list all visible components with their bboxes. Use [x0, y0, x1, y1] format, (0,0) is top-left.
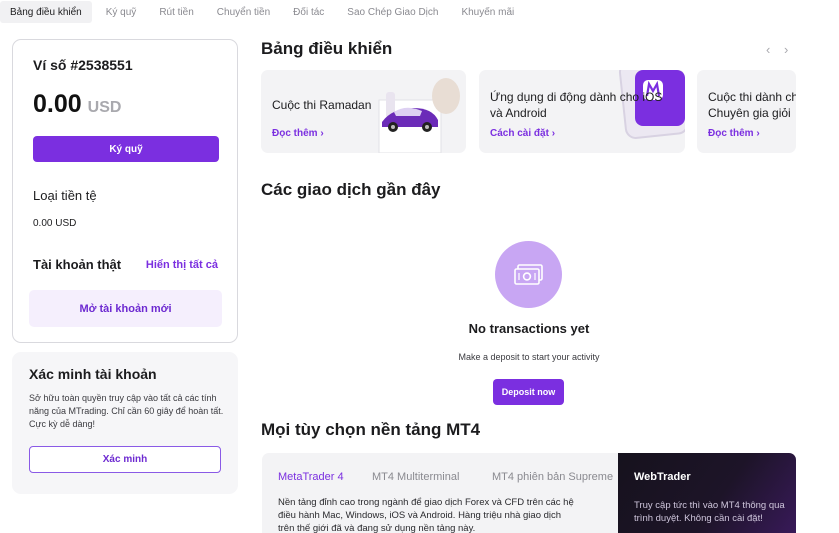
tab-metatrader4[interactable]: MetaTrader 4 — [278, 471, 344, 483]
car-illustration-icon — [378, 78, 460, 153]
show-all-link[interactable]: Hiển thị tất cả — [146, 259, 218, 271]
deposit-now-button[interactable]: Deposit now — [493, 379, 564, 405]
banknote-icon — [513, 263, 543, 285]
promo-title: Cuộc thi Ramadan — [272, 98, 372, 112]
tab-partners[interactable]: Đối tác — [293, 1, 324, 23]
webtrader-card[interactable]: WebTrader Truy cập tức thì vào MT4 thông… — [618, 453, 796, 533]
balance-currency: USD — [87, 99, 122, 116]
wallet-title: Ví số #2538551 — [33, 57, 133, 73]
empty-state-title: No transactions yet — [468, 321, 590, 336]
open-new-account-button[interactable]: Mở tài khoản mới — [29, 290, 222, 327]
tab-promotions[interactable]: Khuyến mãi — [461, 1, 514, 23]
tab-mt4-supreme[interactable]: MT4 phiên bản Supreme — [492, 471, 613, 483]
empty-transactions-illustration — [495, 241, 562, 308]
tab-mt4-multiterminal[interactable]: MT4 Multiterminal — [372, 471, 459, 483]
tab-copy-trading[interactable]: Sao Chép Giao Dịch — [347, 1, 438, 23]
mt4-options-heading: Mọi tùy chọn nền tảng MT4 — [261, 420, 481, 439]
promo-card-mobile-app[interactable]: Ứng dụng di động dành cho iOS và Android… — [479, 70, 685, 153]
promo-link[interactable]: Đọc thêm › — [272, 128, 324, 139]
tab-withdraw[interactable]: Rút tiền — [159, 1, 193, 23]
promo-card-expert[interactable]: Cuộc thi dành cho Chuyên gia giỏi Đọc th… — [697, 70, 796, 153]
wallet-balance: 0.00 USD — [33, 90, 121, 119]
balance-amount: 0.00 — [33, 90, 82, 118]
promo-link-label: Đọc thêm — [272, 128, 318, 139]
verification-card: Xác minh tài khoản Sở hữu toàn quyền tru… — [12, 352, 238, 494]
currency-type-label: Loại tiền tệ — [33, 188, 97, 203]
wallet-card: Ví số #2538551 0.00 USD Ký quỹ Loại tiền… — [12, 39, 238, 343]
promo-title: Ứng dụng di động dành cho iOS và Android — [490, 90, 663, 120]
recent-transactions-heading: Các giao dịch gần đây — [261, 180, 441, 199]
promo-link[interactable]: Cách cài đặt › — [490, 128, 555, 139]
carousel-prev-icon[interactable]: ‹ — [766, 42, 770, 57]
webtrader-text: Truy cập tức thì vào MT4 thông qua trình… — [634, 500, 785, 524]
verification-title: Xác minh tài khoản — [29, 366, 157, 382]
promo-link-label: Đọc thêm — [708, 128, 754, 139]
tab-deposit[interactable]: Ký quỹ — [106, 1, 137, 23]
mt4-platform-panel: MetaTrader 4 MT4 Multiterminal MT4 phiên… — [262, 453, 796, 533]
promo-card-ramadan[interactable]: Cuộc thi Ramadan Đọc thêm › — [261, 70, 466, 153]
tab-dashboard[interactable]: Bảng điều khiển — [0, 1, 92, 23]
dashboard-heading: Bảng điều khiển — [261, 39, 393, 58]
promo-link[interactable]: Đọc thêm › — [708, 128, 760, 139]
top-tab-bar: Bảng điều khiển Ký quỹ Rút tiền Chuyển t… — [0, 0, 839, 24]
empty-state-text: Make a deposit to start your activity — [458, 352, 600, 362]
deposit-button[interactable]: Ký quỹ — [33, 136, 219, 162]
webtrader-title: WebTrader — [634, 471, 691, 483]
carousel-next-icon[interactable]: › — [784, 42, 788, 57]
promo-title: Cuộc thi dành cho Chuyên gia giỏi — [708, 90, 796, 120]
mt4-description: Nền tảng đỉnh cao trong ngành để giao dị… — [278, 497, 574, 533]
verify-button[interactable]: Xác minh — [29, 446, 221, 473]
currency-value: 0.00 USD — [33, 218, 77, 229]
verification-text: Sở hữu toàn quyền truy cập vào tất cả cá… — [29, 393, 224, 429]
tab-transfer[interactable]: Chuyển tiền — [217, 1, 270, 23]
real-accounts-label: Tài khoản thật — [33, 257, 122, 272]
promo-link-label: Cách cài đặt — [490, 128, 549, 139]
